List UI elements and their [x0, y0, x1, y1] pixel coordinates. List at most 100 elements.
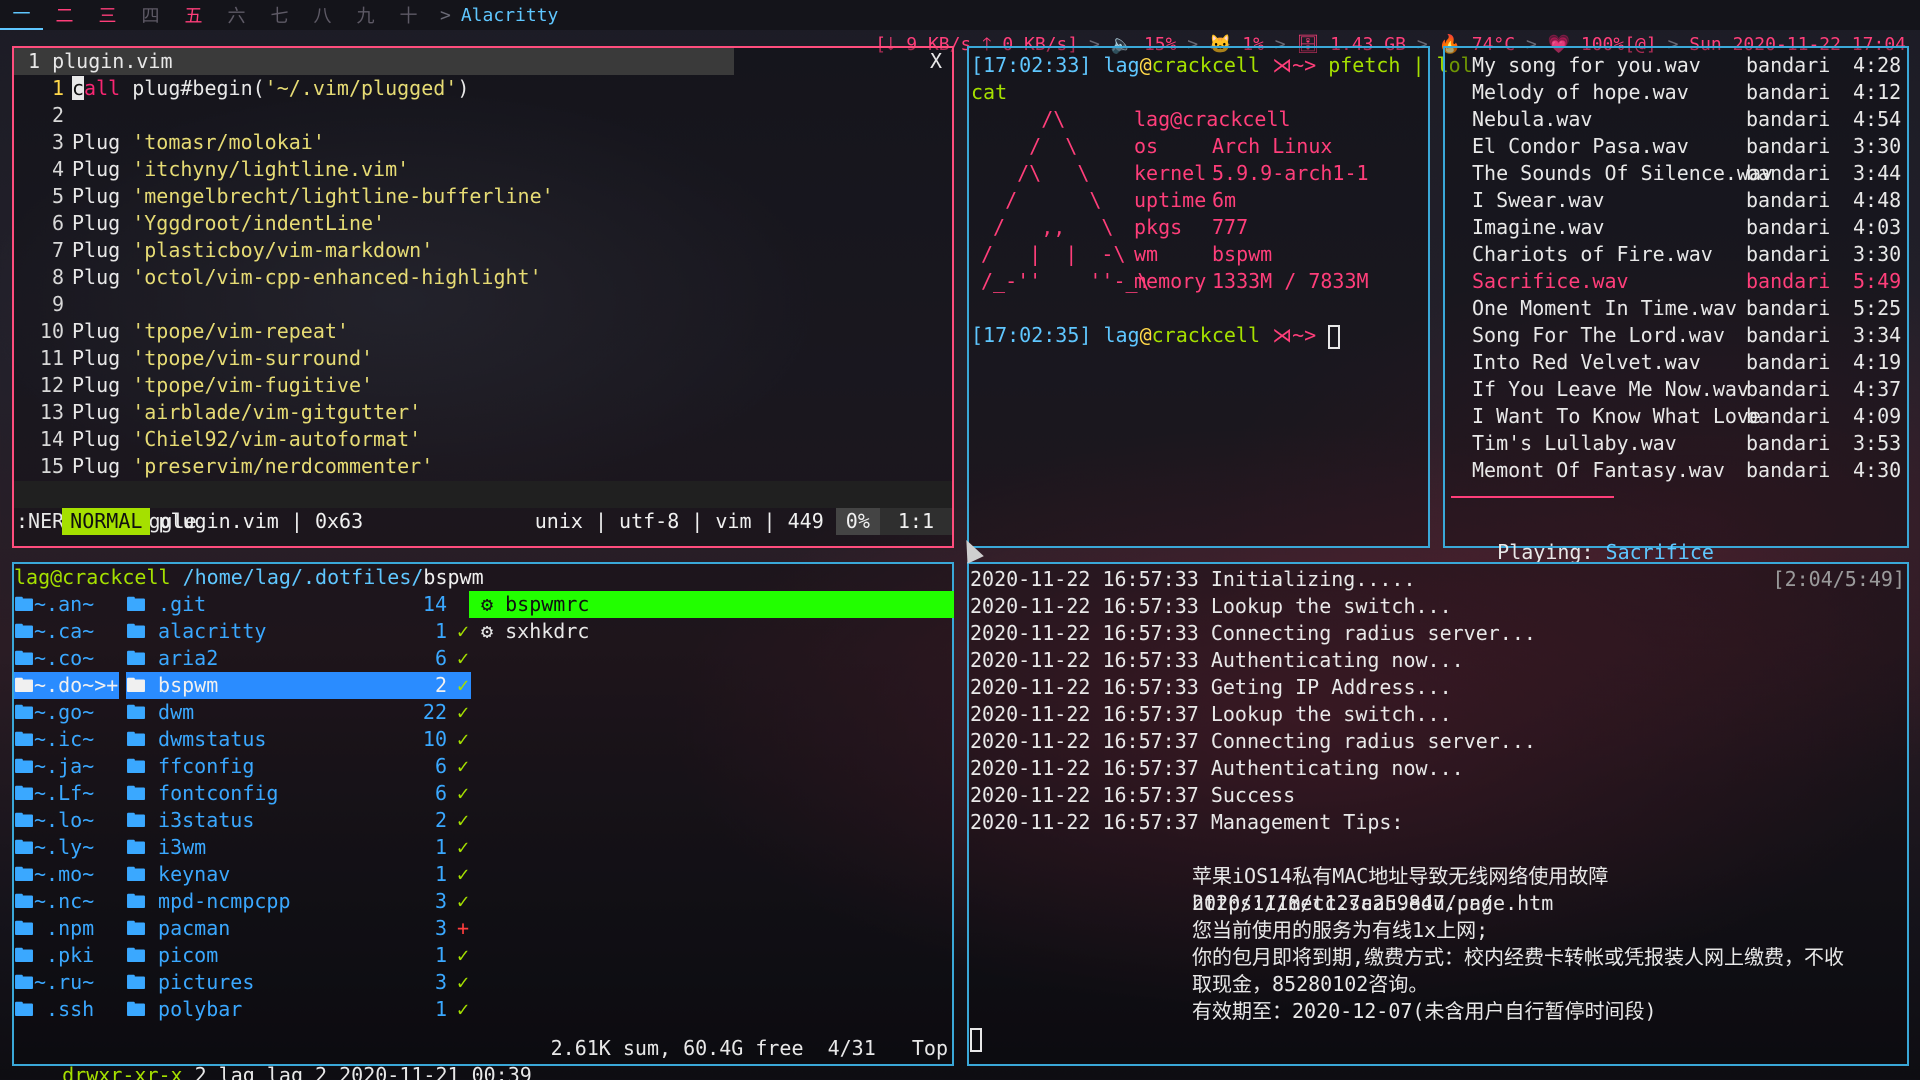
dir-count: 22: [422, 700, 447, 724]
tip-line: 苹果iOS14私有MAC地址导致无线网络使用故障https://metc.sca…: [1192, 864, 1609, 915]
pfetch-row: os Arch Linux: [1134, 133, 1369, 160]
parent-dir-entry[interactable]: 🖿~.an~: [14, 591, 119, 618]
track-row[interactable]: Imagine.wav bandari 4:03: [1445, 214, 1907, 241]
track-row[interactable]: Sacrifice.wav bandari 5:49: [1445, 268, 1907, 295]
track-row[interactable]: I Want To Know What Love bandari 4:09: [1445, 403, 1907, 430]
current-directory-column[interactable]: 🖿 .git 14 🖿 alacritty 1 ✓ 🖿 aria2 6 ✓ 🖿 bspwm 2 ✓ 🖿…: [126, 591, 471, 1023]
dir-entry[interactable]: 🖿 dwm 22 ✓: [126, 699, 471, 726]
parent-dir-entry[interactable]: 🖿~.ic~: [14, 726, 119, 753]
now-playing-song: Sacrifice: [1605, 540, 1714, 564]
workspace-1[interactable]: 一: [0, 0, 43, 30]
workspace-10[interactable]: 十: [387, 2, 430, 28]
string-literal: 'tpope/vim-repeat': [132, 319, 349, 343]
dir-entry[interactable]: 🖿 fontconfig 6 ✓: [126, 780, 471, 807]
dir-entry[interactable]: 🖿 aria2 6 ✓: [126, 645, 471, 672]
workspace-9[interactable]: 九: [344, 2, 387, 28]
now-playing-line: Playing: Sacrifice [2:04/5:49]: [1497, 540, 1905, 591]
track-row[interactable]: The Sounds Of Silence.wav bandari 3:44: [1445, 160, 1907, 187]
workspace-4[interactable]: 四: [129, 2, 172, 28]
dir-entry[interactable]: 🖿 pacman 3 +: [126, 915, 471, 942]
preview-column[interactable]: ⚙ bspwmrc ⚙ sxhkdrc: [469, 591, 954, 645]
git-status-icon: +: [456, 916, 469, 940]
terminal-cursor: [970, 1027, 982, 1052]
dir-entry[interactable]: 🖿 pictures 3 ✓: [126, 969, 471, 996]
prompt-line-2[interactable]: [17:02:35] lag@crackcell ⋊~>: [971, 322, 1426, 349]
workspace-5[interactable]: 五: [172, 2, 215, 28]
vim-tab[interactable]: 1 plugin.vim: [14, 48, 734, 75]
workspace-7[interactable]: 七: [258, 2, 301, 28]
track-row[interactable]: Nebula.wav bandari 4:54: [1445, 106, 1907, 133]
playlist[interactable]: My song for you.wav bandari 4:28 Melody of …: [1445, 52, 1907, 484]
track-row[interactable]: El Condor Pasa.wav bandari 3:30: [1445, 133, 1907, 160]
dir-entry[interactable]: 🖿 alacritty 1 ✓: [126, 618, 471, 645]
log-line: 2020-11-22 16:57:37 Authenticating now..…: [970, 756, 1464, 780]
parent-dir-entry[interactable]: 🖿~.go~: [14, 699, 119, 726]
vim-line: 9: [14, 291, 952, 318]
vim-buffer[interactable]: 1 call plug#begin('~/.vim/plugged') 2 3 Plug…: [14, 75, 952, 480]
dir-entry[interactable]: 🖿 dwmstatus 10 ✓: [126, 726, 471, 753]
dir-entry[interactable]: 🖿 polybar 1 ✓: [126, 996, 471, 1023]
log-line: 2020-11-22 16:57:33 Lookup the switch...: [970, 594, 1452, 618]
parent-dir-entry[interactable]: 🖿~.mo~: [14, 861, 119, 888]
string-literal: '~/.vim/plugged': [264, 76, 458, 100]
parent-dir-entry[interactable]: 🖿~.lo~: [14, 807, 119, 834]
parent-dir-entry[interactable]: 🖿 .pki: [14, 942, 119, 969]
track-row[interactable]: My song for you.wav bandari 4:28: [1445, 52, 1907, 79]
track-row[interactable]: If You Leave Me Now.wav bandari 4:37: [1445, 376, 1907, 403]
dir-entry[interactable]: 🖿 .git 14: [126, 591, 471, 618]
track-row[interactable]: Song For The Lord.wav bandari 3:34: [1445, 322, 1907, 349]
terminal-window[interactable]: [17:02:33] lag@crackcell ⋊~> pfetch | lo…: [967, 46, 1473, 548]
vim-close-tab[interactable]: X: [930, 48, 942, 75]
track-row[interactable]: One Moment In Time.wav bandari 5:25: [1445, 295, 1907, 322]
preview-file[interactable]: ⚙ sxhkdrc: [469, 618, 954, 645]
workspace-2[interactable]: 二: [43, 2, 86, 28]
vim-line: 13 Plug 'airblade/vim-gitgutter': [14, 399, 952, 426]
prompt-line-1: [17:02:33] lag@crackcell ⋊~> pfetch | lo…: [971, 53, 1473, 77]
music-player-window[interactable]: My song for you.wav bandari 4:28 Melody of …: [1443, 46, 1909, 591]
parent-dir-entry[interactable]: 🖿~.ly~: [14, 834, 119, 861]
file-manager-window[interactable]: lag@crackcell /home/lag/.dotfiles/bspwm …: [12, 562, 954, 1080]
vim-window[interactable]: 1 plugin.vim X 1 call plug#begin('~/.vim/…: [12, 46, 954, 548]
auth-log-terminal[interactable]: 2020-11-22 16:57:33 Initializing..... 202…: [967, 562, 1909, 1066]
window-title: Alacritty: [460, 4, 559, 26]
vim-line: 1 call plug#begin('~/.vim/plugged'): [14, 75, 952, 102]
keyword: Plug: [72, 130, 133, 154]
dir-name: 🖿 fontconfig: [126, 781, 279, 805]
dir-entry[interactable]: 🖿 i3wm 1 ✓: [126, 834, 471, 861]
dir-entry[interactable]: 🖿 i3status 2 ✓: [126, 807, 471, 834]
dir-entry[interactable]: 🖿 ffconfig 6 ✓: [126, 753, 471, 780]
parent-dir-entry[interactable]: 🖿~.ru~: [14, 969, 119, 996]
track-row[interactable]: Into Red Velvet.wav bandari 4:19: [1445, 349, 1907, 376]
parent-dir-entry[interactable]: 🖿~.ja~: [14, 753, 119, 780]
dir-count: 6: [434, 754, 447, 778]
log-cursor-line[interactable]: [970, 1025, 1906, 1052]
dir-entry[interactable]: 🖿 picom 1 ✓: [126, 942, 471, 969]
parent-directory-column[interactable]: 🖿~.an~ 🖿~.ca~ 🖿~.co~ 🖿~.do~>+ 🖿~.go~ 🖿~.ic~ 🖿~…: [14, 591, 119, 1023]
parent-dir-entry[interactable]: 🖿 .ssh: [14, 996, 119, 1023]
playback-progress-bar[interactable]: [1451, 496, 1614, 498]
workspace-3[interactable]: 三: [86, 2, 129, 28]
workspace-8[interactable]: 八: [301, 2, 344, 28]
parent-dir-entry[interactable]: 🖿~.Lf~: [14, 780, 119, 807]
string-literal: 'Yggdroot/indentLine': [132, 211, 386, 235]
track-row[interactable]: Memont Of Fantasy.wav bandari 4:30: [1445, 457, 1907, 484]
dir-entry[interactable]: 🖿 keynav 1 ✓: [126, 861, 471, 888]
dir-name: 🖿 aria2: [126, 646, 219, 670]
line-number: 6: [51, 211, 64, 235]
track-row[interactable]: I Swear.wav bandari 4:48: [1445, 187, 1907, 214]
track-title: Imagine.wav: [1472, 215, 1605, 239]
parent-dir-entry[interactable]: 🖿 .npm: [14, 915, 119, 942]
track-duration: 3:30: [1853, 242, 1902, 266]
parent-dir-entry[interactable]: 🖿~.do~>+: [14, 672, 119, 699]
track-duration: 4:03: [1853, 215, 1902, 239]
track-row[interactable]: Melody of hope.wav bandari 4:12: [1445, 79, 1907, 106]
parent-dir-entry[interactable]: 🖿~.nc~: [14, 888, 119, 915]
workspace-6[interactable]: 六: [215, 2, 258, 28]
dir-entry[interactable]: 🖿 bspwm 2 ✓: [126, 672, 471, 699]
parent-dir-entry[interactable]: 🖿~.co~: [14, 645, 119, 672]
parent-dir-entry[interactable]: 🖿~.ca~: [14, 618, 119, 645]
preview-file[interactable]: ⚙ bspwmrc: [469, 591, 954, 618]
track-row[interactable]: Tim's Lullaby.wav bandari 3:53: [1445, 430, 1907, 457]
dir-entry[interactable]: 🖿 mpd-ncmpcpp 3 ✓: [126, 888, 471, 915]
track-row[interactable]: Chariots of Fire.wav bandari 3:30: [1445, 241, 1907, 268]
